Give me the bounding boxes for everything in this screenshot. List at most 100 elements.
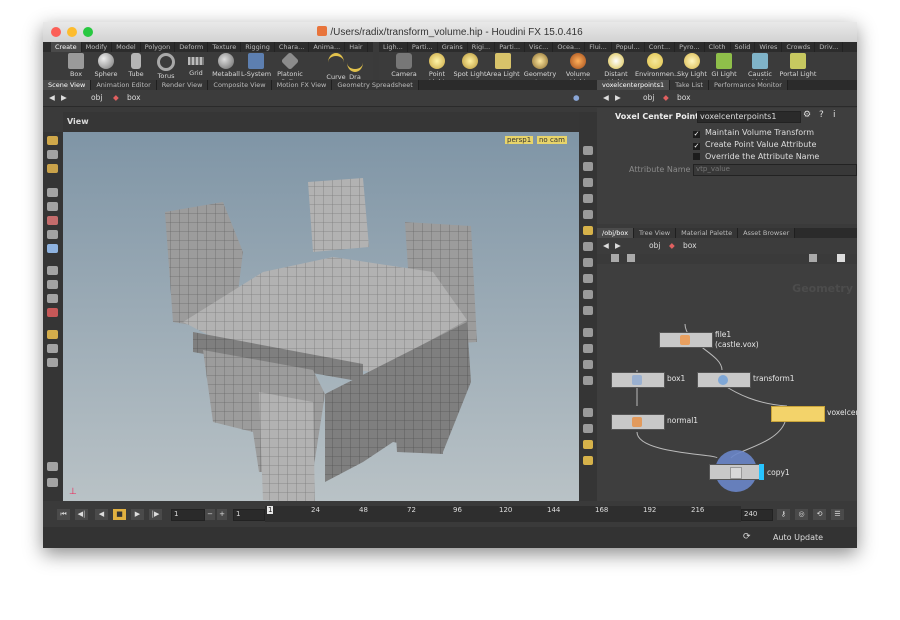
range-start-field[interactable]: 1 [233,509,265,521]
checkbox-create-point-value[interactable]: ✓ [693,143,700,150]
checkbox-row-create-value[interactable]: ✓ Create Point Value Attribute [693,140,816,150]
tool-spot-light[interactable]: Spot Light [453,52,487,78]
play-button[interactable]: ▶ [131,509,144,520]
path-obj[interactable]: obj [91,93,102,102]
copy-display-flag[interactable] [759,464,764,480]
end-frame-field[interactable]: 240 [741,509,773,521]
current-frame-field[interactable]: 1 [171,509,205,521]
record-icon[interactable] [47,478,58,487]
tab-motion-fx-view[interactable]: Motion FX View [271,80,333,90]
path-node[interactable]: box [127,93,141,102]
text-abc-icon[interactable] [583,424,593,433]
move-tool-icon[interactable] [47,150,58,159]
handle-tool-icon[interactable] [47,216,58,225]
node-copy1[interactable] [709,464,761,480]
shelf-tab-particles[interactable]: Parti... [408,42,438,52]
shelf-tab-wires[interactable]: Wires [755,42,783,52]
tab-composite-view[interactable]: Composite View [208,80,272,90]
tool-area-light[interactable]: Area Light [486,52,520,78]
jump-start-button[interactable]: ⏮ [57,509,70,520]
rotate-tool-icon[interactable] [47,164,58,173]
tab-tree-view[interactable]: Tree View [634,228,677,238]
checkbox-row-maintain[interactable]: ✓ Maintain Volume Transform [693,128,814,138]
info-icon[interactable]: i [833,110,836,120]
network-list-icon[interactable] [611,254,619,262]
key-icon[interactable]: ⚷ [777,509,790,520]
tab-render-view[interactable]: Render View [156,80,209,90]
checkbox-override-attribute-name[interactable] [693,153,700,160]
param-forward-arrow-icon[interactable]: ▶ [615,93,621,102]
select-tool-icon[interactable] [47,136,58,145]
play-reverse-button[interactable]: ◀ [95,509,108,520]
shelf-tab-hair[interactable]: Hair [345,42,368,52]
network-layout-icon[interactable] [627,254,635,262]
global-anim-options-icon[interactable]: ☰ [831,509,844,520]
face-icon[interactable] [583,376,593,385]
shelf-tab-create[interactable]: Create [51,42,82,52]
tool-portal-light[interactable]: Portal Light [779,52,817,78]
marker-icon[interactable] [583,456,593,465]
shelf-tab-particle-fluids[interactable]: Parti... [495,42,526,52]
tool-metaball[interactable]: Metaball [209,52,243,78]
network-path-obj[interactable]: obj [649,241,660,250]
step-forward-button[interactable]: |▶ [149,509,162,520]
tab-performance-monitor[interactable]: Performance Monitor [708,80,788,90]
shelf-tab-characters[interactable]: Chara... [275,42,310,52]
prim-number-icon[interactable] [583,408,593,417]
tool-sphere[interactable]: Sphere [89,52,123,78]
pin-icon[interactable]: ● [573,93,580,102]
network-grid-icon[interactable] [809,254,817,262]
shelf-tab-grains[interactable]: Grains [438,42,468,52]
time-ruler[interactable]: 1 24 48 72 96 120 144 168 192 216 [265,506,741,522]
shading-icon[interactable] [583,178,593,187]
tex-icon[interactable] [583,440,593,449]
shelf-tab-model[interactable]: Model [112,42,141,52]
tab-take-list[interactable]: Take List [670,80,709,90]
vertex-icon[interactable] [583,274,593,283]
snap-curve-icon[interactable] [47,294,58,303]
edges-icon[interactable] [583,344,593,353]
tab-geometry-spreadsheet[interactable]: Geometry Spreadsheet [332,80,419,90]
tool-draw-curve[interactable]: Dra [343,52,367,81]
snap-grid-icon[interactable] [47,266,58,275]
node-transform1[interactable] [697,372,751,388]
tool-box[interactable]: Box [59,52,93,78]
node-box1[interactable] [611,372,665,388]
forward-arrow-icon[interactable]: ▶ [61,93,67,102]
pointer-tool-icon[interactable] [47,188,58,197]
tab-voxelcenterpoints1[interactable]: voxelcenterpoints1 [597,80,671,90]
stop-button[interactable]: ■ [113,509,126,520]
tool-sky-light[interactable]: Sky Light [675,52,709,78]
tab-animation-editor[interactable]: Animation Editor [91,80,157,90]
tool-tube[interactable]: Tube [119,52,153,78]
param-path-obj[interactable]: obj [643,93,654,102]
transform-tool-icon[interactable] [47,202,58,211]
node-normal1[interactable] [611,414,665,430]
shelf-tab-rigging[interactable]: Rigging [241,42,275,52]
shelf-tab-fluids[interactable]: Flui... [585,42,612,52]
shelf-tab-lights[interactable]: Ligh... [379,42,408,52]
realtime-icon[interactable]: ⟲ [813,509,826,520]
tool-torus[interactable]: Torus [149,52,183,80]
tab-material-palette[interactable]: Material Palette [676,228,739,238]
highlight-icon[interactable] [583,226,593,235]
display-options-icon[interactable] [583,146,593,155]
shelf-tab-cloth[interactable]: Cloth [705,42,731,52]
lighting-icon[interactable] [583,210,593,219]
magnet-icon[interactable] [47,308,58,317]
frame-minus-button[interactable]: − [205,509,215,520]
tool-camera[interactable]: Camera [387,52,421,78]
shelf-tab-populate[interactable]: Popul... [612,42,645,52]
shelf-tab-oceans[interactable]: Ocea... [553,42,586,52]
tool-gi-light[interactable]: GI Light [707,52,741,78]
wireframe-icon[interactable] [583,328,593,337]
network-back-arrow-icon[interactable]: ◀ [603,241,609,250]
light-icon[interactable] [47,358,58,367]
attribute-name-field[interactable]: vtp_value [693,164,857,176]
node-voxelcenterpoints1[interactable] [771,406,825,422]
shelf-tab-texture[interactable]: Texture [208,42,242,52]
network-path-node[interactable]: box [683,241,697,250]
snap-grid-toggle-icon[interactable] [583,306,593,315]
shelf-tab-modify[interactable]: Modify [82,42,113,52]
network-editor[interactable]: Geometry file1 (castle.vox) box1 transfo… [597,264,857,501]
